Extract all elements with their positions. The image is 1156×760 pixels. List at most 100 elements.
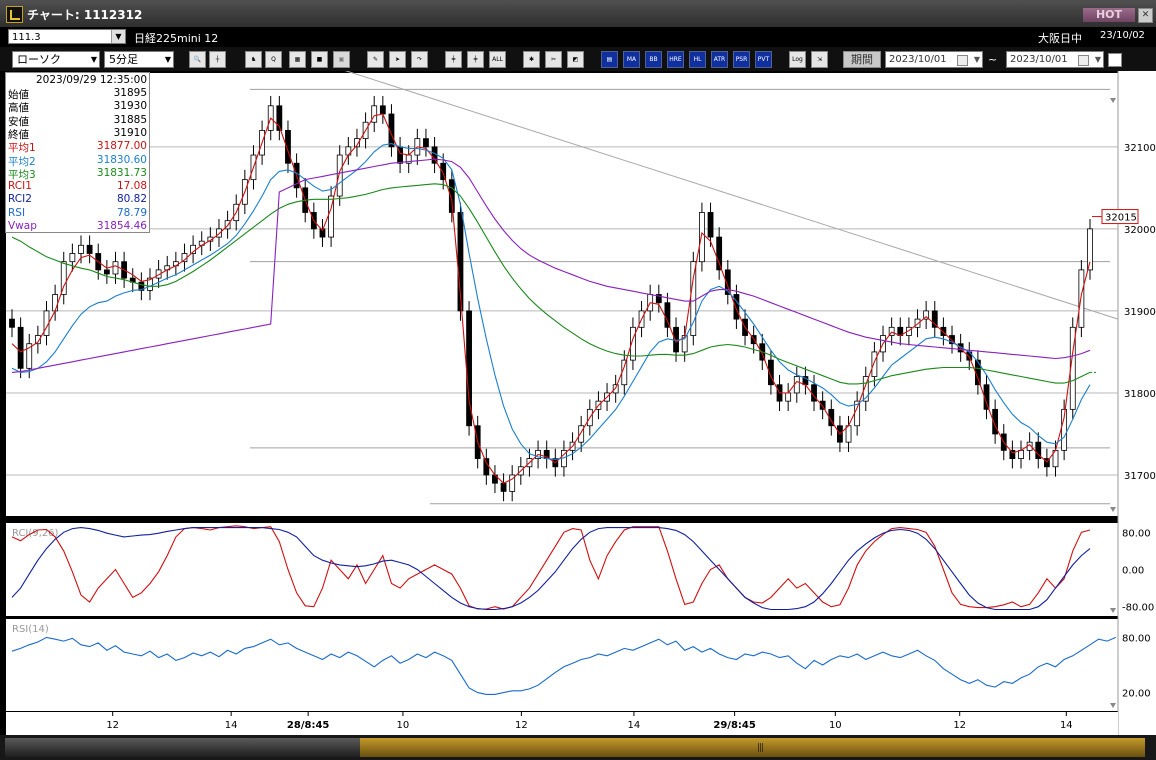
toolbar: ローソク ▼ 5分足 ▼ 🔍 ┼ ♞ Q ▦ ■ ▣ ✎ ➤ ↷ ╪ ╪ ALL… bbox=[0, 47, 1156, 71]
info-row: 終値 31910 bbox=[6, 126, 149, 141]
grid-icon[interactable]: ▤ bbox=[601, 51, 618, 68]
candle-body bbox=[612, 384, 619, 394]
candle-body bbox=[379, 105, 386, 115]
period-button[interactable]: 期間 bbox=[843, 51, 881, 68]
candle-body bbox=[1009, 449, 1016, 459]
info-row: 安値 31885 bbox=[6, 113, 149, 128]
price-chart-svg[interactable]: 31700 31800 31900 32000 32100 32015 80.00 0.00 -… bbox=[0, 71, 1156, 735]
cursor-icon[interactable]: ➤ bbox=[389, 51, 406, 68]
candle-body bbox=[500, 482, 507, 492]
candle-body bbox=[699, 212, 705, 263]
info-row-label: RCI2 bbox=[8, 193, 32, 206]
chevron-down-icon[interactable]: ▼ bbox=[1095, 52, 1101, 67]
last-price-label: 32015 bbox=[1105, 213, 1137, 224]
chevron-down-icon[interactable]: ▼ bbox=[165, 52, 171, 67]
hl-button[interactable]: HL bbox=[689, 51, 706, 68]
hre-button[interactable]: HRE bbox=[667, 51, 684, 68]
rsi-panel-label: RSI(14) bbox=[12, 624, 49, 635]
x-tick-label: 14 bbox=[225, 720, 238, 731]
settings-icon[interactable]: ✱ bbox=[523, 51, 540, 68]
redo-icon[interactable]: ↷ bbox=[411, 51, 428, 68]
export-icon[interactable]: ⇲ bbox=[811, 51, 828, 68]
info-row-value: 31910 bbox=[113, 126, 147, 139]
candle-body bbox=[871, 351, 878, 377]
rsi-panel bbox=[6, 619, 1118, 711]
info-row-value: 31831.73 bbox=[96, 166, 147, 179]
candle-body bbox=[690, 261, 697, 336]
tools-icon[interactable]: ✂ bbox=[545, 51, 562, 68]
indicator-icon[interactable]: ■ bbox=[311, 51, 328, 68]
candle-remove-icon[interactable]: ╪ bbox=[467, 51, 484, 68]
info-row-value: 31877.00 bbox=[96, 140, 147, 153]
pen-icon[interactable]: ✎ bbox=[367, 51, 384, 68]
chart-area[interactable]: 31700 31800 31900 32000 32100 32015 80.00 0.00 -… bbox=[0, 71, 1156, 735]
color-icon[interactable]: ◩ bbox=[567, 51, 584, 68]
ma-button[interactable]: MA bbox=[623, 51, 640, 68]
x-tick-label: 12 bbox=[953, 720, 966, 731]
lock-icon[interactable]: ▣ bbox=[333, 51, 350, 68]
crosshair-icon[interactable]: ┼ bbox=[209, 51, 226, 68]
timeframe-select[interactable]: 5分足 ▼ bbox=[104, 51, 174, 68]
x-tick-label: 12 bbox=[106, 720, 119, 731]
symbol-select[interactable]: 111.3 ▼ bbox=[8, 29, 126, 44]
zoom-icon[interactable]: 🔍 bbox=[189, 51, 206, 68]
atr-button[interactable]: ATR bbox=[711, 51, 728, 68]
candle-body bbox=[103, 269, 110, 275]
info-row-value: 31930 bbox=[113, 100, 147, 113]
app-icon bbox=[6, 6, 23, 23]
info-row-value: 31895 bbox=[113, 87, 147, 99]
candle-body bbox=[52, 294, 59, 312]
all-button[interactable]: ALL bbox=[489, 51, 506, 68]
rci-panel bbox=[6, 523, 1118, 616]
bull-bear-icon[interactable]: ♞ bbox=[245, 51, 262, 68]
x-tick-label: 10 bbox=[397, 720, 410, 731]
close-icon[interactable]: ✕ bbox=[1138, 8, 1153, 23]
info-row-value: 31830.60 bbox=[96, 153, 147, 166]
session-label: 大阪日中 bbox=[1038, 32, 1082, 45]
scrollbar-thumb[interactable] bbox=[360, 738, 1145, 757]
candle-body bbox=[845, 425, 852, 443]
rci-tick-label: -80.00 bbox=[1122, 603, 1154, 614]
hot-button[interactable]: HOT bbox=[1083, 8, 1135, 22]
info-row-label: Vwap bbox=[8, 220, 37, 232]
horizontal-scrollbar[interactable]: ||| bbox=[0, 735, 1156, 760]
bb-button[interactable]: BB bbox=[645, 51, 662, 68]
period-checkbox[interactable] bbox=[1108, 53, 1122, 67]
x-tick-label: 14 bbox=[628, 720, 641, 731]
to-date-field[interactable]: 2023/10/01 ▼ bbox=[1006, 51, 1104, 68]
psr-button[interactable]: PSR bbox=[733, 51, 750, 68]
candle-body bbox=[664, 302, 671, 328]
scrollbar-overview[interactable] bbox=[5, 738, 360, 757]
symbol-code: 111.3 bbox=[12, 32, 41, 43]
info-row-label: RSI bbox=[8, 206, 26, 219]
chevron-down-icon[interactable]: ▼ bbox=[111, 30, 125, 43]
candle-body bbox=[423, 138, 429, 148]
info-row-value: 80.82 bbox=[116, 193, 147, 206]
chart-type-value: ローソク bbox=[17, 53, 61, 66]
timeframe-value: 5分足 bbox=[109, 53, 138, 66]
calendar-icon[interactable] bbox=[1078, 55, 1089, 66]
info-row: 高値 31930 bbox=[6, 100, 149, 114]
log-button[interactable]: Log bbox=[789, 51, 806, 68]
candle-body bbox=[1018, 449, 1024, 459]
candle-add-icon[interactable]: ╪ bbox=[445, 51, 462, 68]
info-row-value: 31885 bbox=[113, 113, 147, 126]
from-date-value: 2023/10/01 bbox=[889, 54, 947, 65]
calendar-icon[interactable] bbox=[957, 55, 968, 66]
candle-body bbox=[9, 318, 15, 328]
candle-body bbox=[86, 244, 93, 254]
x-tick-label: 14 bbox=[1060, 720, 1073, 731]
info-row-label: RCI1 bbox=[8, 180, 32, 193]
compare-icon[interactable]: ▦ bbox=[289, 51, 306, 68]
from-date-field[interactable]: 2023/10/01 ▼ bbox=[885, 51, 983, 68]
candle-body bbox=[785, 392, 792, 402]
price-tick-label: 31900 bbox=[1124, 307, 1156, 318]
search-chart-icon[interactable]: Q bbox=[265, 51, 282, 68]
pvt-button[interactable]: PVT bbox=[755, 51, 772, 68]
info-row-value: 78.79 bbox=[116, 206, 147, 219]
chevron-down-icon[interactable]: ▼ bbox=[974, 52, 980, 67]
candle-body bbox=[1078, 269, 1085, 328]
chart-type-select[interactable]: ローソク ▼ bbox=[12, 51, 100, 68]
x-axis-strip bbox=[6, 712, 1118, 735]
chevron-down-icon[interactable]: ▼ bbox=[91, 52, 97, 67]
